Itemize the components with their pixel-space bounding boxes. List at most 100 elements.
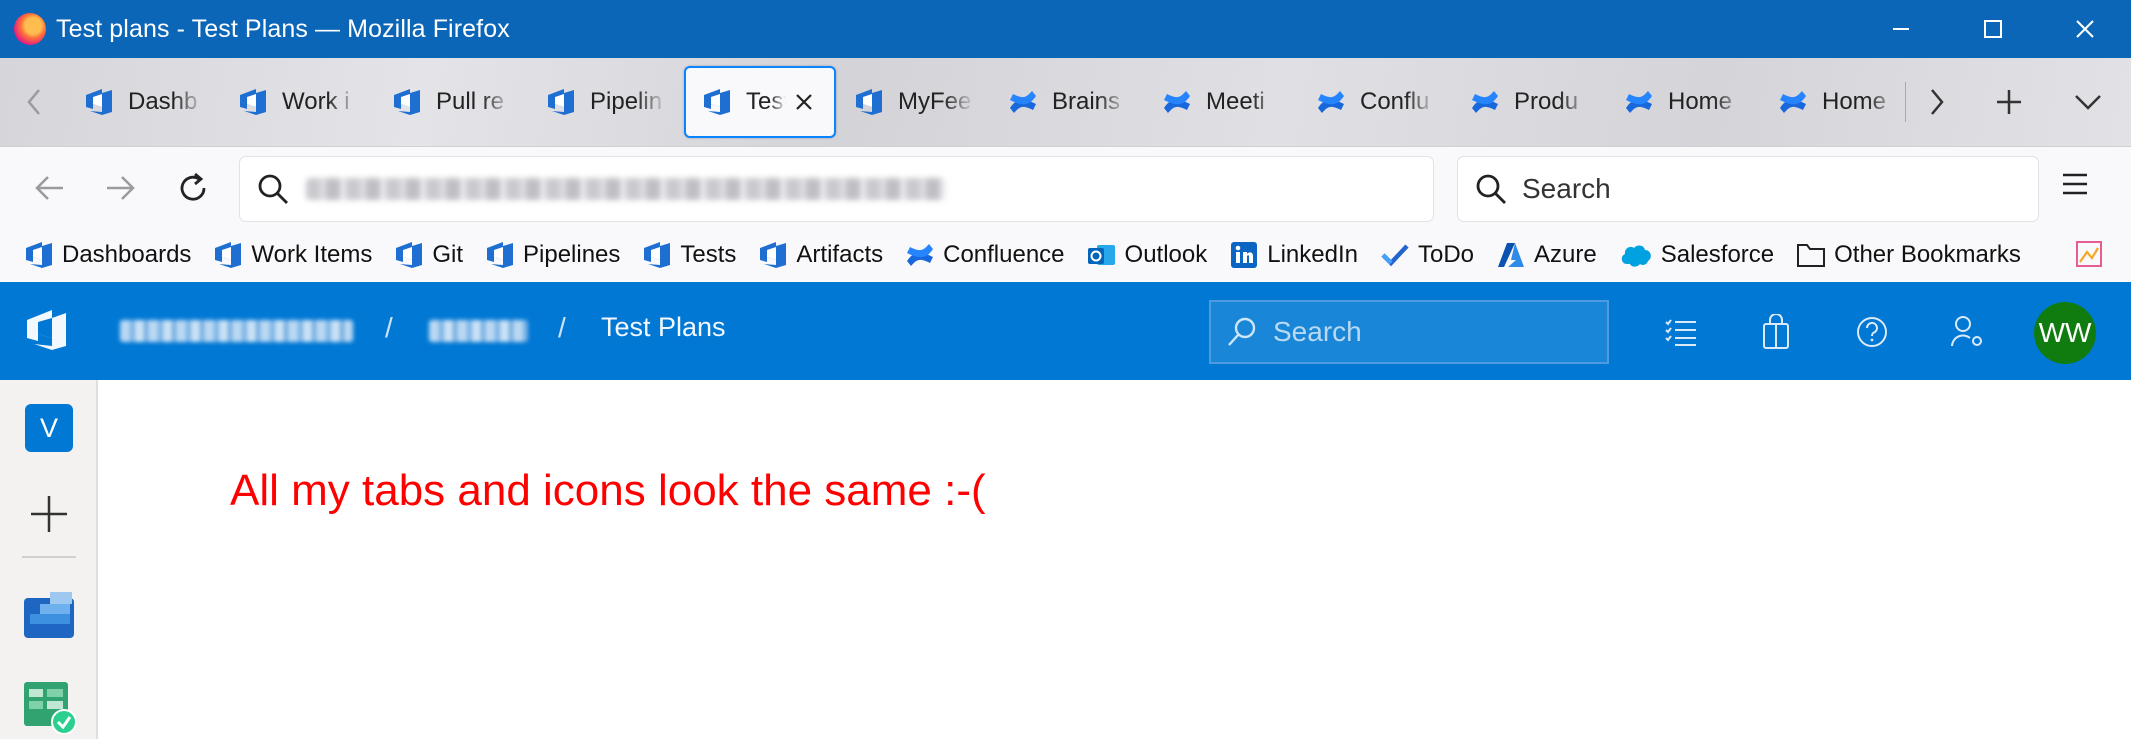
confluence-icon — [1162, 87, 1192, 117]
search-icon — [1228, 317, 1256, 346]
tab[interactable]: Meeti — [1146, 66, 1298, 138]
work-items-list-button[interactable] — [1661, 312, 1701, 352]
rail-divider — [22, 556, 76, 558]
marketplace-button[interactable] — [1756, 312, 1796, 352]
tab[interactable]: Brains — [992, 66, 1144, 138]
bookmark-item[interactable]: Git — [394, 235, 463, 275]
tab[interactable]: Pull re — [376, 66, 528, 138]
tab[interactable]: Conflu — [1300, 66, 1452, 138]
overview-nav-button[interactable] — [24, 592, 74, 643]
bookmark-item[interactable]: Salesforce — [1619, 235, 1774, 275]
web-search-bar[interactable]: Search — [1458, 157, 2038, 221]
navigation-toolbar: Search — [0, 146, 2131, 228]
back-button[interactable] — [24, 163, 74, 213]
confluence-icon — [905, 240, 935, 270]
window-controls — [1855, 0, 2131, 58]
tab-scroll-left-button[interactable] — [0, 58, 68, 146]
bookmark-label: Confluence — [943, 241, 1065, 268]
window-title: Test plans - Test Plans — Mozilla Firefo… — [56, 14, 510, 43]
bookmark-label: Pipelines — [523, 241, 621, 268]
bookmark-item[interactable]: ToDo — [1380, 235, 1474, 275]
arrow-left-icon — [35, 176, 63, 200]
outlook-icon — [1087, 240, 1117, 270]
tab-label: Produ — [1514, 88, 1579, 115]
bookmark-item[interactable]: Dashboards — [24, 235, 191, 275]
azure-devops-header: / / Test Plans Search WW — [0, 282, 2131, 380]
new-tab-button[interactable] — [1974, 58, 2044, 146]
tab[interactable]: Home — [1608, 66, 1760, 138]
minimize-button[interactable] — [1855, 0, 1947, 58]
overflow-bookmark-icon[interactable] — [2075, 240, 2103, 273]
azure-devops-icon — [758, 240, 788, 270]
confluence-icon — [1778, 87, 1808, 117]
linkedin-icon — [1229, 240, 1259, 270]
list-all-tabs-button[interactable] — [2053, 58, 2123, 146]
search-icon — [1476, 174, 1506, 204]
ado-search-input[interactable]: Search — [1209, 300, 1609, 364]
tab-label: Conflu — [1360, 88, 1430, 115]
chevron-right-icon — [1931, 89, 1944, 115]
close-window-button[interactable] — [2039, 0, 2131, 58]
bookmark-item[interactable]: Azure — [1496, 235, 1597, 275]
tab[interactable]: Work i — [222, 66, 374, 138]
help-icon — [1857, 317, 1887, 347]
help-button[interactable] — [1852, 312, 1892, 352]
bookmark-item[interactable]: Artifacts — [758, 235, 883, 275]
bookmark-label: Git — [432, 241, 463, 268]
maximize-icon — [1984, 20, 2002, 38]
tab[interactable]: Home — [1762, 66, 1914, 138]
user-settings-icon — [1951, 316, 1982, 347]
breadcrumb-separator: / — [558, 312, 566, 343]
hamburger-menu-icon — [2063, 173, 2087, 195]
tab[interactable]: Pipelin — [530, 66, 682, 138]
project-badge[interactable]: V — [25, 404, 73, 452]
app-menu-button[interactable] — [2060, 169, 2090, 204]
user-settings-button[interactable] — [1948, 312, 1988, 352]
tab-label: Pull re — [436, 88, 505, 115]
bookmark-label: LinkedIn — [1267, 241, 1358, 268]
azure-devops-icon — [24, 240, 54, 270]
bookmark-label: Work Items — [251, 241, 373, 268]
bookmark-item[interactable]: Pipelines — [485, 235, 620, 275]
bookmark-item[interactable]: LinkedIn — [1229, 235, 1358, 275]
blurred-url-text — [306, 178, 946, 200]
bookmark-label: Outlook — [1124, 241, 1208, 268]
azure-devops-logo-icon[interactable] — [24, 308, 72, 357]
azure-devops-icon — [546, 87, 576, 117]
test-plans-icon — [24, 682, 77, 735]
maximize-button[interactable] — [1947, 0, 2039, 58]
breadcrumb-organization-blurred[interactable] — [120, 320, 353, 342]
breadcrumb-separator: / — [385, 312, 393, 343]
tab-active[interactable]: Test — [684, 66, 836, 138]
test-plans-nav-button[interactable] — [24, 682, 77, 739]
tab-label: Meeti — [1206, 88, 1265, 115]
bookmark-item[interactable]: Other Bookmarks — [1796, 235, 2021, 275]
bookmark-item[interactable]: Tests — [642, 235, 736, 275]
bookmark-item[interactable]: Work Items — [213, 235, 372, 275]
tab[interactable]: Produ — [1454, 66, 1606, 138]
breadcrumb-project-blurred[interactable] — [429, 320, 528, 342]
forward-button[interactable] — [96, 163, 146, 213]
bookmark-label: Dashboards — [62, 241, 192, 268]
azure-devops-icon — [394, 240, 424, 270]
tab-scroll-right-button[interactable] — [1902, 58, 1972, 146]
bookmark-item[interactable]: Outlook — [1087, 235, 1208, 275]
breadcrumb-current-page[interactable]: Test Plans — [601, 312, 726, 343]
azure-devops-icon — [854, 87, 884, 117]
bookmark-label: Salesforce — [1660, 241, 1775, 268]
tab[interactable]: MyFee — [838, 66, 990, 138]
folder-icon — [1796, 242, 1826, 268]
new-item-button[interactable] — [27, 492, 71, 541]
confluence-icon — [1008, 87, 1038, 117]
user-avatar[interactable]: WW — [2034, 302, 2096, 364]
confluence-icon — [1316, 87, 1346, 117]
reload-button[interactable] — [168, 163, 218, 213]
bookmark-item[interactable]: Confluence — [905, 235, 1065, 275]
url-bar[interactable] — [240, 157, 1433, 221]
annotation-message: All my tabs and icons look the same :-( — [230, 466, 986, 515]
close-tab-button[interactable] — [792, 90, 816, 114]
tab-strip: Dashb Work i Pull re Pipelin Test MyFee Brains… — [0, 58, 2131, 146]
tab-label: Brains — [1052, 88, 1121, 115]
bookmark-label: Azure — [1534, 241, 1597, 268]
tab[interactable]: Dashb — [68, 66, 220, 138]
